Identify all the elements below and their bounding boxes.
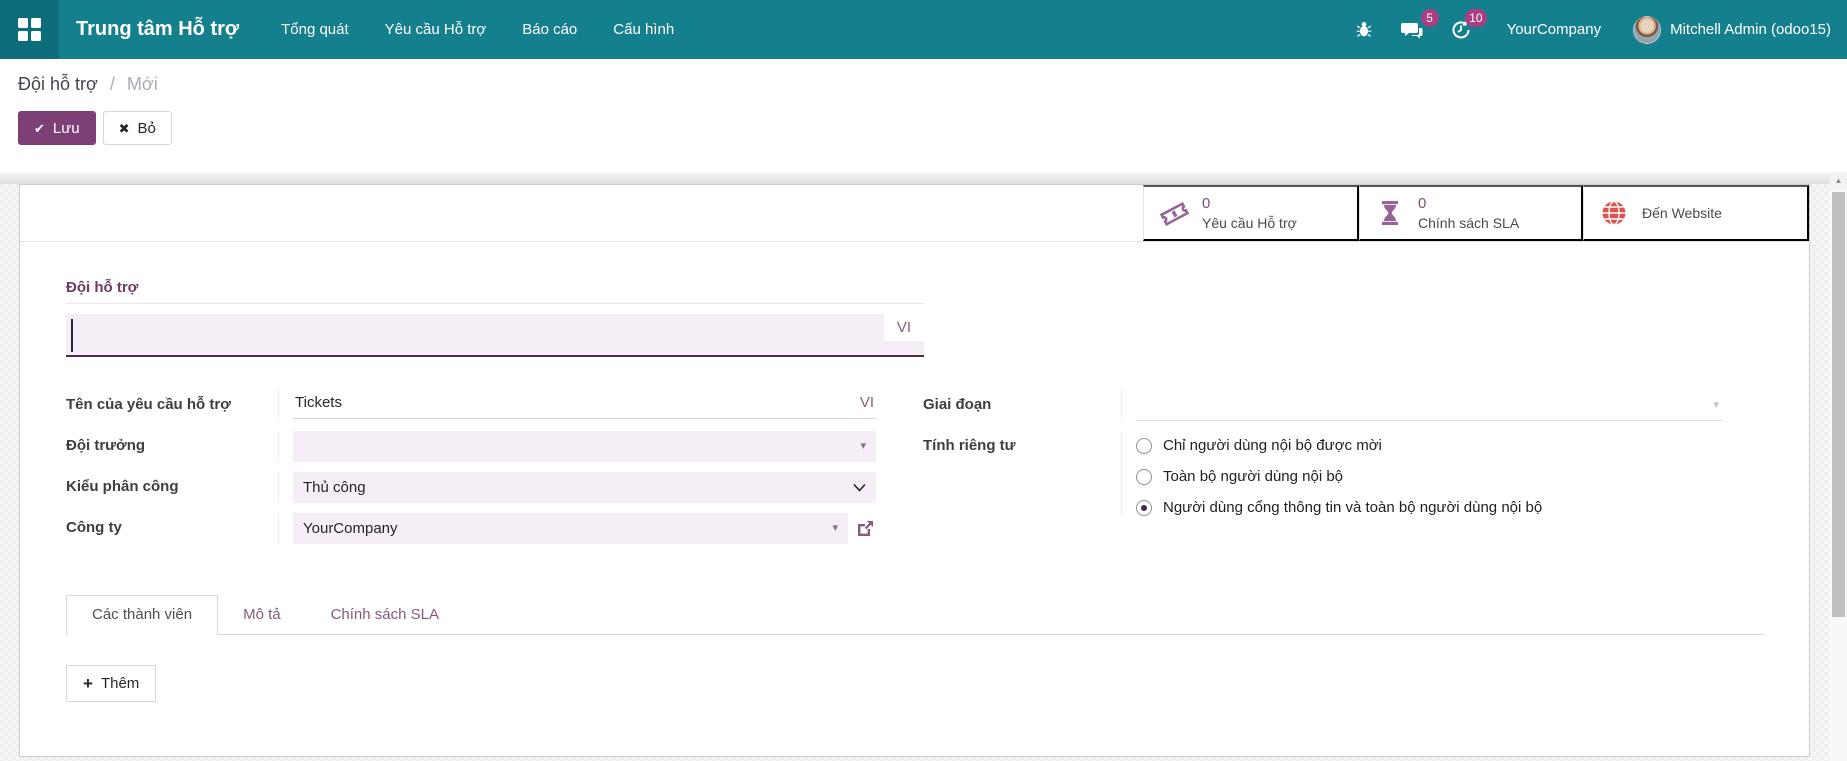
chevron-down-icon: ▾ (832, 523, 838, 534)
field-row-ticket-name: Tên của yêu cầu hỗ trợ Tickets VI (66, 390, 876, 421)
internal-link-button[interactable] (855, 518, 876, 539)
form-group-right: Giai đoạn ▾ Tính riêng tư (923, 390, 1723, 554)
scrollbar-thumb[interactable] (1832, 192, 1845, 617)
check-icon: ✔ (34, 122, 45, 135)
privacy-label: Tính riêng tư (923, 431, 1121, 516)
messages-button[interactable]: 5 (1387, 0, 1437, 59)
close-icon: ✖ (119, 122, 130, 135)
ticket-name-input[interactable]: Tickets VI (293, 390, 876, 419)
company-label: Công ty (66, 513, 278, 544)
stat-button-sla[interactable]: 0 Chính sách SLA (1359, 185, 1583, 241)
add-member-button[interactable]: + Thêm (66, 665, 156, 702)
menu-overview[interactable]: Tổng quát (263, 0, 367, 59)
user-menu[interactable]: Mitchell Admin (odoo15) (1623, 0, 1847, 59)
tab-content-members: + Thêm (66, 635, 1764, 702)
company-switcher[interactable]: YourCompany (1485, 0, 1624, 59)
privacy-radio-group: Chỉ người dùng nội bộ được mời Toàn bộ n… (1136, 431, 1723, 516)
stage-input[interactable]: ▾ (1136, 390, 1723, 421)
field-row-stage: Giai đoạn ▾ (923, 390, 1723, 421)
stat-label-website: Đến Website (1642, 204, 1722, 222)
menu-configuration[interactable]: Cấu hình (595, 0, 692, 59)
navbar-spacer (692, 0, 1340, 59)
form-sheet: 0 Yêu cầu Hỗ trợ 0 Chính sách SLA (19, 184, 1810, 757)
content-area: 0 Yêu cầu Hỗ trợ 0 Chính sách SLA (0, 172, 1847, 761)
translate-badge-ticket-name[interactable]: VI (860, 394, 874, 411)
stat-value-sla: 0 (1418, 194, 1519, 214)
tab-members[interactable]: Các thành viên (66, 595, 218, 635)
team-name-label: Đội hỗ trợ (66, 279, 924, 296)
field-row-assignment: Kiểu phân công Thủ công (66, 472, 876, 503)
leader-input[interactable]: ▾ (293, 431, 876, 462)
team-name-input[interactable]: VI (66, 314, 924, 357)
breadcrumb-parent[interactable]: Đội hỗ trợ (18, 74, 98, 94)
chevron-down-icon: ▾ (1713, 400, 1719, 411)
avatar (1633, 16, 1661, 44)
form-group-left: Tên của yêu cầu hỗ trợ Tickets VI Đội tr… (66, 390, 876, 554)
bug-icon (1355, 20, 1373, 39)
top-navbar: Trung tâm Hỗ trợ Tổng quát Yêu cầu Hỗ tr… (0, 0, 1847, 59)
panel-shadow (0, 172, 1830, 184)
stat-button-tickets[interactable]: 0 Yêu cầu Hỗ trợ (1143, 185, 1359, 241)
company-input[interactable]: YourCompany ▾ (293, 513, 848, 544)
external-link-icon (855, 518, 876, 539)
menu-reporting[interactable]: Báo cáo (504, 0, 595, 59)
privacy-option-portal[interactable]: Người dùng cổng thông tin và toàn bộ ngư… (1136, 499, 1723, 516)
chevron-down-icon: ▾ (860, 441, 866, 452)
plus-icon: + (83, 675, 93, 692)
scroll-up-button[interactable]: ▲ (1830, 172, 1847, 189)
control-panel: Đội hỗ trợ / Mới ✔ Lưu ✖ Bỏ (0, 59, 1847, 172)
text-cursor (71, 319, 73, 352)
menu-tickets[interactable]: Yêu cầu Hỗ trợ (367, 0, 505, 59)
stage-label: Giai đoạn (923, 390, 1121, 421)
translate-badge-title[interactable]: VI (884, 314, 924, 341)
radio-button[interactable] (1136, 438, 1152, 454)
apps-menu-button[interactable] (0, 0, 59, 59)
assignment-label: Kiểu phân công (66, 472, 278, 503)
notebook: Các thành viên Mô tả Chính sách SLA + Th… (66, 595, 1764, 702)
hourglass-icon (1375, 200, 1405, 226)
user-name: Mitchell Admin (odoo15) (1670, 21, 1831, 38)
stat-button-box: 0 Yêu cầu Hỗ trợ 0 Chính sách SLA (20, 185, 1809, 242)
tab-bar: Các thành viên Mô tả Chính sách SLA (66, 595, 1764, 635)
title-divider (66, 303, 924, 304)
breadcrumb-separator: / (110, 74, 115, 94)
form-body: Đội hỗ trợ VI Tên của yêu cầu hỗ trợ Tic… (20, 242, 1809, 702)
tab-description[interactable]: Mô tả (218, 595, 306, 634)
radio-button[interactable] (1136, 500, 1152, 516)
vertical-scrollbar[interactable]: ▲ (1830, 172, 1847, 761)
app-title[interactable]: Trung tâm Hỗ trợ (59, 0, 263, 59)
radio-button[interactable] (1136, 469, 1152, 485)
save-button[interactable]: ✔ Lưu (18, 111, 96, 145)
breadcrumb: Đội hỗ trợ / Mới (18, 74, 1847, 95)
messages-icon (1401, 20, 1423, 40)
assignment-select[interactable]: Thủ công (293, 472, 876, 503)
select-chevron-icon (853, 483, 866, 492)
ticket-icon (1159, 200, 1189, 226)
discard-button[interactable]: ✖ Bỏ (103, 111, 172, 145)
breadcrumb-current: Mới (127, 74, 158, 94)
leader-label: Đội trưởng (66, 431, 278, 462)
stat-label-sla: Chính sách SLA (1418, 214, 1519, 232)
stat-button-website[interactable]: Đến Website (1583, 185, 1809, 241)
field-row-privacy: Tính riêng tư Chỉ người dùng nội bộ được… (923, 431, 1723, 516)
field-row-leader: Đội trưởng ▾ (66, 431, 876, 462)
stat-label-tickets: Yêu cầu Hỗ trợ (1202, 214, 1297, 232)
globe-icon (1599, 200, 1629, 226)
activities-badge: 10 (1465, 9, 1486, 27)
apps-grid-icon (18, 18, 41, 41)
stat-value-tickets: 0 (1202, 194, 1297, 214)
activities-button[interactable]: 10 (1437, 0, 1485, 59)
field-row-company: Công ty YourCompany ▾ (66, 513, 876, 544)
tab-sla-policies[interactable]: Chính sách SLA (306, 595, 464, 634)
debug-button[interactable] (1341, 0, 1387, 59)
ticket-name-label: Tên của yêu cầu hỗ trợ (66, 390, 278, 421)
privacy-option-all-internal[interactable]: Toàn bộ người dùng nội bộ (1136, 468, 1723, 485)
privacy-option-invited[interactable]: Chỉ người dùng nội bộ được mời (1136, 437, 1723, 454)
